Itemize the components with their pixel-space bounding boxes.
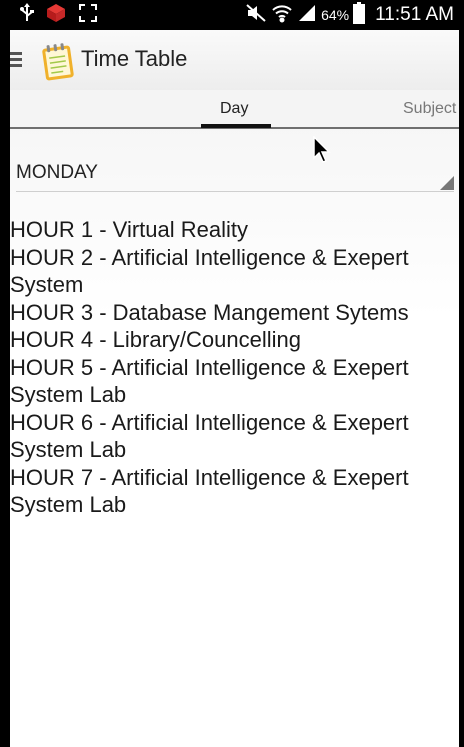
app-screen: Time Table Day Subject MONDAY HOUR 1 - V… xyxy=(10,30,459,747)
notepad-icon[interactable] xyxy=(38,41,78,81)
usb-icon xyxy=(20,2,34,28)
menu-icon[interactable] xyxy=(10,52,22,68)
app-notification-icon xyxy=(46,3,66,28)
tab-subject[interactable]: Subject xyxy=(403,100,456,118)
list-item: HOUR 3 - Database Mangement Sytems xyxy=(10,299,409,325)
list-item: HOUR 2 - Artificial Intelligence & Exepe… xyxy=(10,244,409,298)
schedule-list: HOUR 1 - Virtual Reality HOUR 2 - Artifi… xyxy=(10,216,455,519)
screenshot-icon xyxy=(78,3,98,28)
app-title: Time Table xyxy=(81,46,188,71)
action-bar: Time Table xyxy=(10,30,459,91)
list-item: HOUR 1 - Virtual Reality xyxy=(10,217,248,242)
battery-icon xyxy=(353,1,366,29)
tab-selected-indicator xyxy=(201,124,271,128)
day-spinner-value: MONDAY xyxy=(16,162,98,183)
status-bar: 64% 11:51 AM xyxy=(0,0,464,30)
list-item: HOUR 4 - Library/Councelling xyxy=(10,327,301,352)
mute-icon xyxy=(245,3,267,28)
wifi-icon xyxy=(271,3,293,28)
list-item: HOUR 7 - Artificial Intelligence & Exepe… xyxy=(10,464,409,518)
system-icons: 64% 11:51 AM xyxy=(245,1,454,29)
list-item: HOUR 6 - Artificial Intelligence & Exepe… xyxy=(10,409,409,463)
tab-day[interactable]: Day xyxy=(220,100,248,118)
tab-bar: Day Subject xyxy=(10,90,459,129)
clock: 11:51 AM xyxy=(375,4,454,25)
spinner-arrow-icon xyxy=(440,176,454,190)
notification-icons xyxy=(20,2,98,28)
day-spinner[interactable]: MONDAY xyxy=(16,158,454,192)
signal-icon xyxy=(297,3,317,28)
list-item: HOUR 5 - Artificial Intelligence & Exepe… xyxy=(10,354,409,408)
battery-percent: 64% xyxy=(321,7,350,23)
